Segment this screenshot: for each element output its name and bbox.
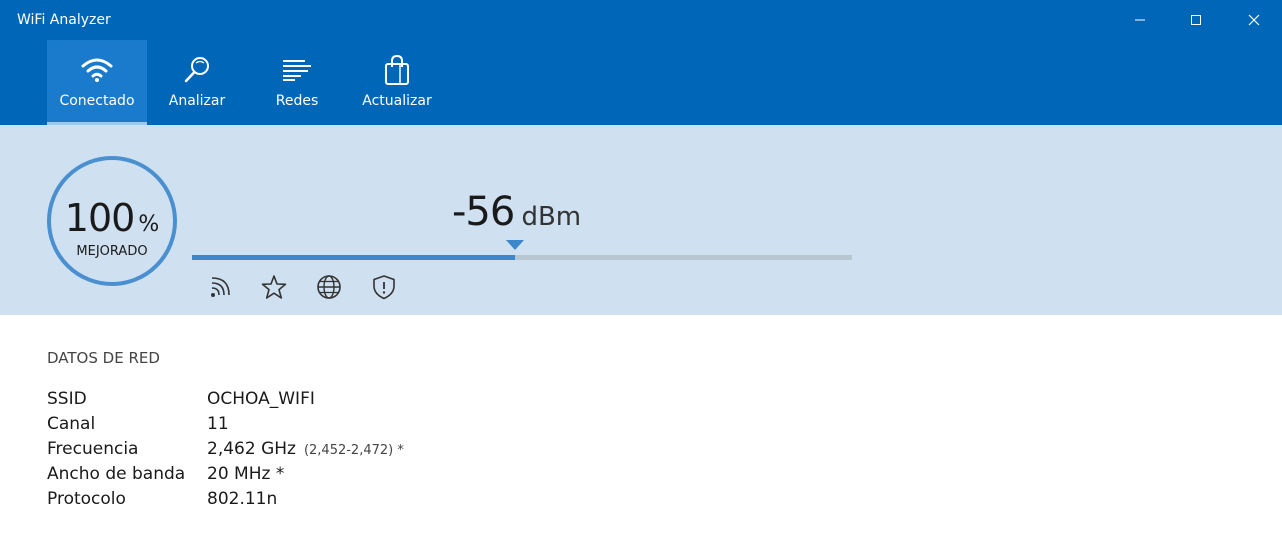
signal-icon[interactable] — [207, 273, 235, 301]
nav-label: Conectado — [59, 93, 135, 109]
dbm-value: -56 — [452, 189, 515, 235]
globe-icon[interactable] — [315, 273, 343, 301]
minimize-button[interactable] — [1112, 0, 1168, 40]
frequency-range: (2,452-2,472) * — [303, 443, 404, 458]
dbm-readout: -56 dBm — [452, 189, 581, 235]
magnifier-icon — [182, 53, 212, 87]
window-title: WiFi Analyzer — [17, 12, 111, 28]
data-value: 802.11n — [207, 489, 278, 509]
signal-panel: 100% MEJORADO -56 dBm — [0, 125, 1282, 315]
maximize-icon — [1191, 15, 1201, 25]
data-value: OCHOA_WIFI — [207, 389, 315, 409]
close-button[interactable] — [1226, 0, 1282, 40]
network-data-title: DATOS DE RED — [47, 349, 160, 367]
nav-analizar[interactable]: Analizar — [147, 40, 247, 125]
nav-label: Analizar — [168, 93, 226, 109]
list-icon — [281, 53, 313, 87]
data-value: 11 — [207, 414, 229, 434]
nav-label: Actualizar — [362, 93, 432, 109]
data-key: SSID — [47, 389, 87, 409]
shopping-bag-icon — [383, 53, 411, 87]
signal-quality-number: 100 — [64, 196, 136, 240]
data-value-group: 2,462 GHz (2,452-2,472) * — [207, 439, 404, 459]
signal-quality-unit: % — [138, 212, 160, 237]
nav-conectado[interactable]: Conectado — [47, 40, 147, 125]
signal-meter-fill — [192, 255, 515, 260]
signal-meter-track — [192, 255, 852, 260]
close-icon — [1248, 14, 1260, 26]
dbm-unit: dBm — [521, 202, 582, 232]
signal-quality-value: 100% — [51, 196, 173, 240]
data-value: 2,462 GHz — [207, 439, 296, 459]
signal-quality-gauge: 100% MEJORADO — [47, 156, 177, 286]
maximize-button[interactable] — [1168, 0, 1224, 40]
signal-meter-pointer — [506, 240, 524, 250]
data-value: 20 MHz * — [207, 464, 285, 484]
nav-actualizar[interactable]: Actualizar — [347, 40, 447, 125]
data-key: Frecuencia — [47, 439, 139, 459]
data-key: Ancho de banda — [47, 464, 186, 484]
star-icon[interactable] — [260, 273, 288, 301]
minimize-icon — [1135, 19, 1145, 21]
wifi-icon — [81, 53, 113, 87]
data-key: Protocolo — [47, 489, 126, 509]
shield-icon[interactable] — [370, 273, 398, 301]
app-header: WiFi Analyzer Conectado Analizar Redes A… — [0, 0, 1282, 125]
nav-redes[interactable]: Redes — [247, 40, 347, 125]
signal-quality-state: MEJORADO — [76, 244, 148, 259]
nav-label: Redes — [275, 93, 319, 109]
data-key: Canal — [47, 414, 96, 434]
